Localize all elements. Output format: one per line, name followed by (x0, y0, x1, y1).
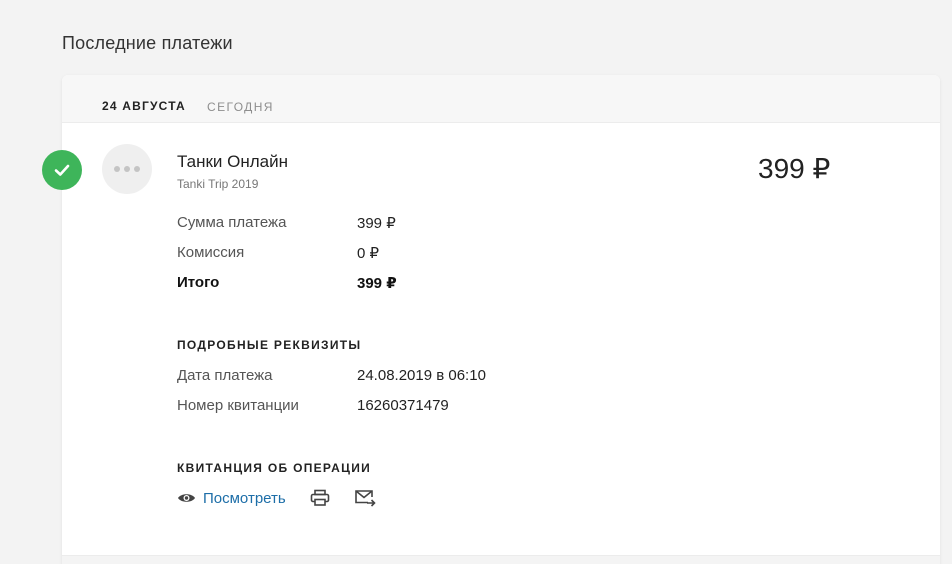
view-receipt-label: Посмотреть (203, 489, 286, 507)
detail-value-date: 24.08.2019 в 06:10 (357, 367, 486, 384)
detail-value-receipt-number: 16260371479 (357, 397, 449, 414)
view-receipt-link[interactable]: Посмотреть (177, 490, 286, 507)
summary-label-total: Итого (177, 274, 220, 291)
summary-value-amount: 399 ₽ (357, 215, 396, 232)
payment-description: Tanki Trip 2019 (177, 177, 259, 191)
print-receipt-button[interactable] (310, 489, 330, 507)
merchant-logo (102, 144, 152, 194)
summary-label-fee: Комиссия (177, 244, 245, 261)
group-relative-date: СЕГОДНЯ (207, 100, 274, 114)
eye-icon (178, 494, 195, 502)
print-icon (310, 489, 330, 506)
email-forward-icon (354, 490, 376, 507)
merchant-name: Танки Онлайн (177, 152, 288, 171)
page-title: Последние платежи (62, 33, 233, 53)
date-group-header: 24 АВГУСТА СЕГОДНЯ (62, 75, 940, 123)
payment-card: 24 АВГУСТА СЕГОДНЯ Танки Онлайн Tanki Tr… (62, 75, 940, 564)
summary-value-fee: 0 ₽ (357, 245, 380, 262)
email-receipt-button[interactable] (354, 489, 376, 507)
group-date: 24 АВГУСТА (102, 99, 186, 113)
payment-amount: 399 ₽ (758, 153, 831, 184)
details-section-title: ПОДРОБНЫЕ РЕКВИЗИТЫ (177, 338, 362, 352)
card-footer-strip (62, 555, 940, 564)
receipt-section-title: КВИТАНЦИЯ ОБ ОПЕРАЦИИ (177, 461, 372, 475)
summary-label-amount: Сумма платежа (177, 214, 287, 231)
more-dots-icon (114, 166, 140, 172)
receipt-actions: Посмотреть (177, 489, 376, 507)
summary-value-total: 399 ₽ (357, 275, 397, 292)
status-check-badge (42, 150, 82, 190)
check-icon (54, 164, 70, 176)
detail-label-date: Дата платежа (177, 367, 273, 384)
detail-label-receipt-number: Номер квитанции (177, 397, 299, 414)
